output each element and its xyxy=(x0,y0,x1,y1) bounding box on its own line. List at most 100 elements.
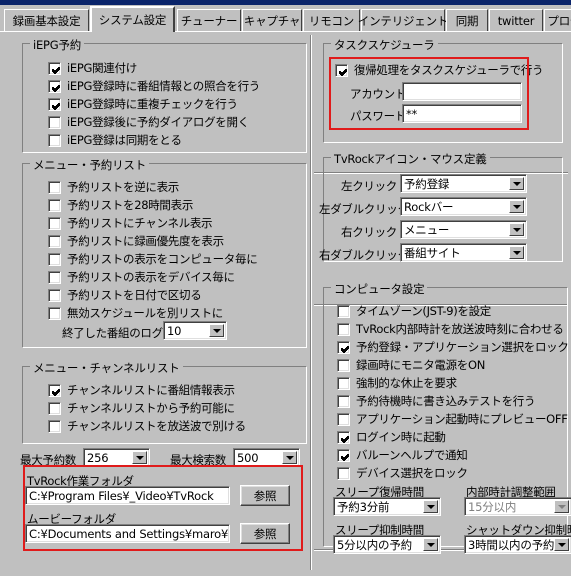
input-account[interactable] xyxy=(402,82,522,101)
chevron-down-icon[interactable] xyxy=(282,451,297,464)
chevron-down-icon[interactable] xyxy=(509,246,524,259)
checkbox-box[interactable] xyxy=(337,394,350,408)
tab-strip: 録画基本設定 システム設定 チューナー キャプチャ リモコン インテリジェント … xyxy=(0,5,571,32)
input-tvrock-work-folder[interactable]: C:¥Program Files¥_Video¥TvRock xyxy=(25,486,230,505)
combo-right-double-click[interactable]: 番組サイト xyxy=(400,243,527,262)
checkbox-label: 予約リストを日付で区切る xyxy=(67,288,202,302)
tab-sync[interactable]: 同期 xyxy=(446,9,488,31)
checkbox-box[interactable] xyxy=(48,198,61,212)
browse-movie-folder-button[interactable]: 参照 xyxy=(240,523,290,544)
checkbox-box[interactable] xyxy=(48,252,61,266)
tab-intelligent[interactable]: インテリジェント xyxy=(358,9,448,31)
checkbox-channel-1[interactable]: チャンネルリストから予約可能に xyxy=(48,400,235,416)
combo-max-searches[interactable]: 500 xyxy=(233,448,300,467)
checkbox-computer-6[interactable]: アプリケーション起動時にプレビューOFF xyxy=(337,411,568,427)
checkbox-box[interactable] xyxy=(337,466,350,480)
checkbox-box[interactable] xyxy=(337,448,350,462)
checkbox-box[interactable] xyxy=(48,180,61,194)
checkbox-box[interactable] xyxy=(337,376,350,390)
browse-work-folder-button[interactable]: 参照 xyxy=(240,485,290,506)
combo-sleep-inhibit-time[interactable]: 5分以内の予約 xyxy=(333,535,441,554)
tab-system-settings[interactable]: システム設定 xyxy=(90,6,175,32)
combo-left-click[interactable]: 予約登録 xyxy=(400,174,527,193)
checkbox-box[interactable] xyxy=(48,234,61,248)
checkbox-iepg-3[interactable]: iEPG登録後に予約ダイアログを開く xyxy=(48,114,249,130)
checkbox-reserve-0[interactable]: 予約リストを逆に表示 xyxy=(48,179,179,195)
checkbox-computer-7[interactable]: ログイン時に起動 xyxy=(337,429,446,445)
chevron-down-icon[interactable] xyxy=(509,177,524,190)
checkbox-box[interactable] xyxy=(335,63,348,77)
tab-twitter[interactable]: twitter xyxy=(489,9,543,31)
combo-internal-clock-adjust-range[interactable]: 15分以内 xyxy=(464,497,571,516)
checkbox-iepg-2[interactable]: iEPG登録時に重複チェックを行う xyxy=(48,96,238,112)
chevron-down-icon[interactable] xyxy=(209,324,224,337)
chevron-down-icon[interactable] xyxy=(554,538,569,551)
chevron-down-icon[interactable] xyxy=(554,500,569,513)
combo-finished-program-log[interactable]: 10 xyxy=(163,321,227,340)
checkbox-box[interactable] xyxy=(337,358,350,372)
tab-process[interactable]: プロセス xyxy=(544,9,571,31)
checkbox-iepg-1[interactable]: iEPG登録時に番組情報との照合を行う xyxy=(48,78,260,94)
checkbox-channel-2[interactable]: チャンネルリストを放送波で別ける xyxy=(48,418,246,434)
tab-tuner[interactable]: チューナー xyxy=(177,9,241,31)
checkbox-reserve-7[interactable]: 無効スケジュールを別リストに xyxy=(48,305,223,321)
checkbox-box[interactable] xyxy=(48,288,61,302)
client-area: iEPG予約 iEPG関連付け iEPG登録時に番組情報との照合を行う iEPG… xyxy=(0,33,571,576)
checkbox-box[interactable] xyxy=(48,97,61,111)
combo-shutdown-inhibit-time[interactable]: 3時間以内の予約 xyxy=(464,535,571,554)
checkbox-computer-1[interactable]: TvRock内部時計を放送波時刻に合わせる xyxy=(337,321,564,337)
checkbox-label: ログイン時に起動 xyxy=(356,430,446,444)
checkbox-task-scheduler-resume[interactable]: 復帰処理をタスクスケジューラで行う xyxy=(335,62,544,78)
chevron-down-icon[interactable] xyxy=(132,451,147,464)
chevron-down-icon[interactable] xyxy=(509,223,524,236)
combo-left-double-click[interactable]: Rockバー xyxy=(400,197,527,216)
tab-label: twitter xyxy=(497,13,535,28)
combo-max-reservations[interactable]: 256 xyxy=(83,448,150,467)
checkbox-box[interactable] xyxy=(337,340,350,354)
chevron-down-icon[interactable] xyxy=(509,200,524,213)
checkbox-reserve-3[interactable]: 予約リストに録画優先度を表示 xyxy=(48,233,224,249)
checkbox-channel-0[interactable]: チャンネルリストに番組情報表示 xyxy=(48,382,235,398)
combo-sleep-wake-time[interactable]: 予約3分前 xyxy=(333,497,441,516)
checkbox-box[interactable] xyxy=(48,79,61,93)
checkbox-box[interactable] xyxy=(48,61,61,75)
tab-capture[interactable]: キャプチャ xyxy=(242,9,302,31)
checkbox-box[interactable] xyxy=(48,306,61,320)
checkbox-reserve-6[interactable]: 予約リストを日付で区切る xyxy=(48,287,202,303)
checkbox-iepg-0[interactable]: iEPG関連付け xyxy=(48,60,137,76)
checkbox-box[interactable] xyxy=(48,270,61,284)
checkbox-box[interactable] xyxy=(48,115,61,129)
combo-right-click[interactable]: メニュー xyxy=(400,220,527,239)
checkbox-box[interactable] xyxy=(337,322,350,336)
checkbox-box[interactable] xyxy=(337,412,350,426)
input-password[interactable]: ** xyxy=(402,104,522,123)
checkbox-computer-8[interactable]: バルーンヘルプで通知 xyxy=(337,447,468,463)
checkbox-box[interactable] xyxy=(337,430,350,444)
checkbox-box[interactable] xyxy=(48,216,61,230)
checkbox-computer-2[interactable]: 予約登録・アプリケーション選択をロック xyxy=(337,339,569,355)
checkbox-box[interactable] xyxy=(48,419,61,433)
chevron-down-icon[interactable] xyxy=(423,500,438,513)
checkbox-label: チャンネルリストに番組情報表示 xyxy=(67,383,235,397)
checkbox-reserve-2[interactable]: 予約リストにチャンネル表示 xyxy=(48,215,213,231)
tab-label: リモコン xyxy=(308,13,355,28)
checkbox-computer-9[interactable]: デバイス選択をロック xyxy=(337,465,468,481)
checkbox-reserve-4[interactable]: 予約リストの表示をコンピュータ毎に xyxy=(48,251,258,267)
checkbox-computer-4[interactable]: 強制的な休止を要求 xyxy=(337,375,457,391)
checkbox-computer-0[interactable]: タイムゾーン(JST-9)を設定 xyxy=(337,303,491,319)
checkbox-reserve-1[interactable]: 予約リストを28時間表示 xyxy=(48,197,193,213)
checkbox-box[interactable] xyxy=(48,401,61,415)
chevron-down-icon[interactable] xyxy=(423,538,438,551)
checkbox-iepg-4[interactable]: iEPG登録は同期をとる xyxy=(48,132,182,148)
checkbox-computer-5[interactable]: 予約待機時に書き込みテストを行う xyxy=(337,393,536,409)
tab-recording-basic[interactable]: 録画基本設定 xyxy=(4,9,89,31)
combo-value: 10 xyxy=(167,323,182,338)
input-movie-folder[interactable]: C:¥Documents and Settings¥maro¥My D xyxy=(25,524,230,543)
tab-remote[interactable]: リモコン xyxy=(303,9,360,31)
checkbox-computer-3[interactable]: 録画時にモニタ電源をON xyxy=(337,357,485,373)
checkbox-box[interactable] xyxy=(48,133,61,147)
combo-value: 予約3分前 xyxy=(337,499,390,514)
checkbox-box[interactable] xyxy=(48,383,61,397)
checkbox-box[interactable] xyxy=(337,304,350,318)
checkbox-reserve-5[interactable]: 予約リストの表示をデバイス毎に xyxy=(48,269,235,285)
